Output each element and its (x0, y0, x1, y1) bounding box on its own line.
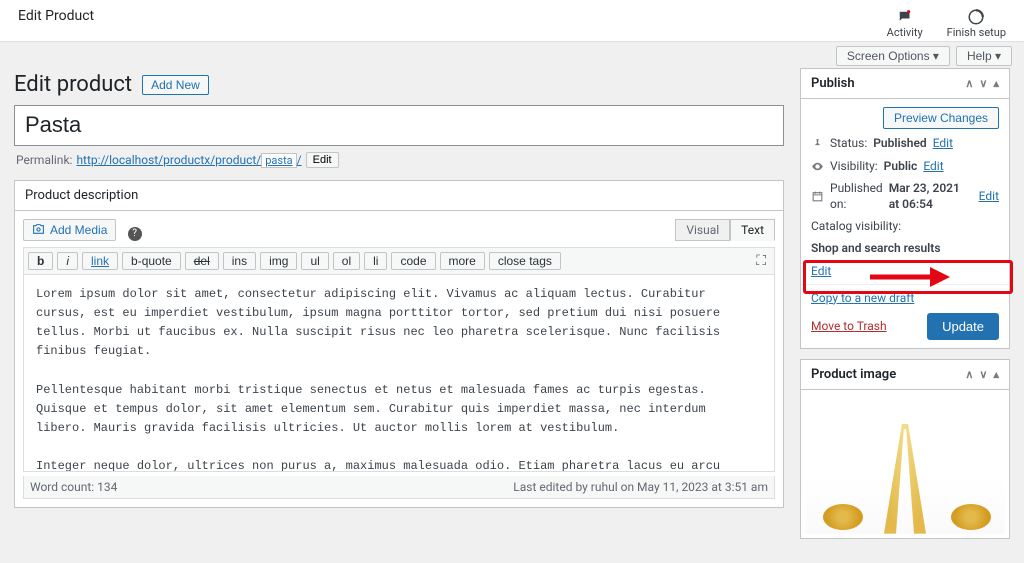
decorative-shape (875, 424, 935, 534)
page-heading: Edit product (14, 72, 132, 97)
qt-li[interactable]: li (364, 252, 387, 270)
top-right-icons: Activity Finish setup (887, 8, 1006, 39)
qt-bold[interactable]: b (28, 252, 53, 270)
tab-text[interactable]: Text (730, 219, 775, 241)
preview-changes-button[interactable]: Preview Changes (883, 107, 999, 129)
eye-icon (811, 160, 824, 173)
product-image-title: Product image (811, 367, 896, 382)
sidebar: Publish ∧ ∨ ▴ Preview Changes Status: Pu… (800, 68, 1010, 549)
publish-panel-head: Publish ∧ ∨ ▴ (801, 69, 1009, 99)
qt-ol[interactable]: ol (333, 252, 360, 270)
publish-panel: Publish ∧ ∨ ▴ Preview Changes Status: Pu… (800, 68, 1010, 349)
description-panel: Product description Add Media ? Visual T… (14, 180, 784, 508)
divider (801, 284, 1009, 285)
editor-tabs: Visual Text (675, 219, 775, 241)
publish-title: Publish (811, 76, 855, 91)
quicktags-toolbar: b i link b-quote del ins img ul ol li co… (23, 247, 775, 274)
move-up-icon[interactable]: ∧ (965, 77, 973, 90)
add-media-button[interactable]: Add Media (23, 219, 116, 241)
permalink-row: Permalink: http://localhost/productx/pro… (16, 152, 782, 168)
pin-icon (811, 137, 824, 150)
copy-draft-link[interactable]: Copy to a new draft (811, 291, 999, 305)
activity-button[interactable]: Activity (887, 8, 923, 39)
publish-panel-body: Preview Changes Status: Published Edit V… (801, 99, 1009, 348)
qt-link[interactable]: link (82, 252, 118, 270)
description-panel-head: Product description (15, 181, 783, 211)
permalink-edit-button[interactable]: Edit (306, 152, 339, 168)
product-image-body (801, 390, 1009, 538)
published-on-row: Published on: Mar 23, 2021 at 06:54 Edit (811, 181, 999, 212)
decorative-shape (823, 504, 863, 530)
admin-top-bar: Edit Product Activity Finish setup (0, 0, 1024, 42)
move-down-icon[interactable]: ∨ (979, 77, 987, 90)
product-image-head: Product image ∧ ∨ ▴ (801, 360, 1009, 390)
qt-italic[interactable]: i (57, 252, 78, 270)
content-area: Edit product Add New Permalink: http://l… (0, 66, 1024, 563)
qt-code[interactable]: code (391, 252, 435, 270)
toggle-icon[interactable]: ▴ (993, 77, 999, 90)
update-button[interactable]: Update (927, 313, 999, 340)
tab-visual[interactable]: Visual (675, 219, 730, 241)
move-up-icon[interactable]: ∧ (965, 368, 973, 381)
page-heading-row: Edit product Add New (14, 72, 784, 97)
product-title-input[interactable] (14, 105, 784, 146)
qt-bquote[interactable]: b-quote (122, 252, 181, 270)
catalog-row: Catalog visibility: Shop and search resu… (811, 219, 999, 256)
status-edit-link[interactable]: Edit (933, 136, 953, 152)
activity-icon (896, 8, 914, 26)
qt-more[interactable]: more (440, 252, 485, 270)
qt-del[interactable]: del (185, 252, 219, 270)
utility-bar: Screen Options ▾ Help ▾ (0, 42, 1024, 66)
toggle-icon[interactable]: ▴ (993, 368, 999, 381)
editor-status-bar: Word count: 134 Last edited by ruhul on … (23, 476, 775, 499)
catalog-edit-link[interactable]: Edit (811, 264, 831, 278)
qt-close[interactable]: close tags (489, 252, 561, 270)
editor-top-row: Add Media ? Visual Text (23, 219, 775, 241)
panel-controls: ∧ ∨ ▴ (965, 77, 999, 90)
qt-img[interactable]: img (260, 252, 297, 270)
progress-icon (967, 8, 985, 26)
permalink-label: Permalink: (16, 153, 72, 167)
media-controls: Add Media ? (23, 219, 142, 241)
product-image-thumbnail[interactable] (805, 394, 1005, 534)
help-icon[interactable]: ? (128, 227, 142, 241)
description-panel-body: Add Media ? Visual Text b i link b-quote… (15, 211, 783, 507)
media-icon (32, 223, 45, 236)
permalink-link[interactable]: http://localhost/productx/product/pasta/ (76, 153, 301, 167)
activity-label: Activity (887, 26, 923, 39)
publish-actions: Move to Trash Update (811, 313, 999, 340)
top-title: Edit Product (18, 8, 94, 24)
date-edit-link[interactable]: Edit (979, 189, 999, 205)
move-to-trash-link[interactable]: Move to Trash (811, 319, 887, 333)
last-edited: Last edited by ruhul on May 11, 2023 at … (513, 480, 768, 494)
help-button[interactable]: Help ▾ (956, 46, 1012, 66)
screen-options-button[interactable]: Screen Options ▾ (836, 46, 950, 66)
finish-setup-button[interactable]: Finish setup (947, 8, 1006, 39)
decorative-shape (951, 504, 991, 530)
calendar-icon (811, 190, 824, 203)
qt-ul[interactable]: ul (301, 252, 328, 270)
qt-ins[interactable]: ins (223, 252, 256, 270)
status-row: Status: Published Edit (811, 136, 999, 152)
finish-setup-label: Finish setup (947, 26, 1006, 39)
visibility-edit-link[interactable]: Edit (923, 159, 943, 175)
description-panel-title: Product description (25, 188, 138, 203)
word-count: Word count: 134 (30, 480, 117, 494)
move-down-icon[interactable]: ∨ (979, 368, 987, 381)
panel-controls: ∧ ∨ ▴ (965, 368, 999, 381)
add-new-button[interactable]: Add New (142, 75, 209, 95)
main-column: Edit product Add New Permalink: http://l… (14, 68, 784, 549)
content-textarea[interactable] (23, 274, 775, 472)
visibility-row: Visibility: Public Edit (811, 159, 999, 175)
product-image-panel: Product image ∧ ∨ ▴ (800, 359, 1010, 539)
permalink-slug: pasta (261, 153, 296, 168)
fullscreen-icon[interactable]: ⛶ (752, 253, 770, 269)
